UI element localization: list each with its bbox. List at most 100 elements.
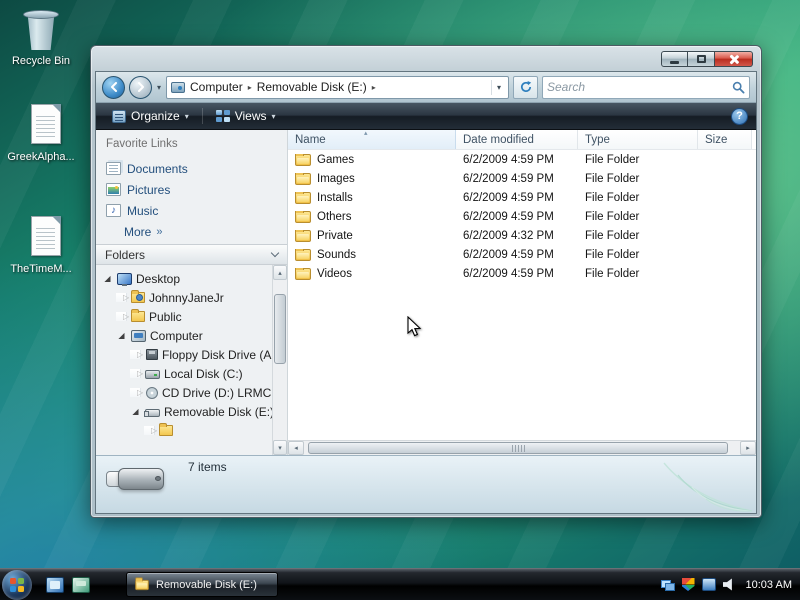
chevron-right-icon[interactable]: ▸ [248, 82, 252, 92]
scroll-up-button[interactable]: ▴ [273, 265, 287, 280]
forward-button[interactable] [129, 75, 152, 99]
close-button[interactable] [715, 51, 753, 67]
quick-launch-show-desktop-icon[interactable] [46, 576, 64, 593]
decorative-swirl-icon [663, 462, 753, 512]
scrollbar-thumb[interactable] [274, 294, 286, 364]
taskbar-clock[interactable]: 10:03 AM [746, 579, 792, 591]
chevron-right-icon[interactable]: ▸ [372, 82, 376, 92]
usb-drive-icon [104, 464, 166, 496]
tree-item-public[interactable]: ▷ Public [96, 307, 272, 326]
taskbar-button-removable-disk[interactable]: Removable Disk (E:) [126, 572, 278, 597]
back-button[interactable] [102, 75, 125, 99]
scroll-down-button[interactable]: ▾ [273, 440, 287, 455]
folder-icon [131, 309, 145, 322]
file-row-private[interactable]: Private 6/2/2009 4:32 PM File Folder [288, 226, 756, 245]
file-row-installs[interactable]: Installs 6/2/2009 4:59 PM File Folder [288, 188, 756, 207]
column-header-date-modified[interactable]: Date modified [456, 130, 578, 149]
scrollbar-track[interactable] [273, 280, 287, 440]
quick-launch-explorer-icon[interactable] [72, 576, 90, 593]
folder-icon [295, 229, 311, 242]
desktop-icon-recycle-bin[interactable]: Recycle Bin [4, 6, 78, 67]
sidebar-item-pictures[interactable]: Pictures [96, 179, 287, 200]
expander-icon[interactable]: ▷ [144, 426, 157, 435]
refresh-button[interactable] [513, 75, 538, 99]
tree-item-partial[interactable]: ▷ [96, 421, 272, 440]
more-links[interactable]: More » [96, 221, 287, 242]
help-button[interactable]: ? [731, 107, 748, 125]
start-button[interactable] [2, 569, 32, 600]
display-icon[interactable] [701, 578, 716, 591]
window-titlebar[interactable] [95, 46, 757, 71]
security-shield-icon[interactable] [681, 578, 695, 591]
scroll-right-button[interactable]: ▸ [740, 441, 756, 455]
maximize-button[interactable] [688, 51, 715, 67]
breadcrumb-item-removable-disk[interactable]: Removable Disk (E:) [255, 79, 369, 95]
breadcrumb[interactable]: Computer ▸ Removable Disk (E:) ▸ ▾ [166, 75, 509, 99]
file-type: File Folder [585, 248, 640, 261]
taskbar-button-label: Removable Disk (E:) [156, 578, 257, 591]
file-date: 6/2/2009 4:32 PM [463, 229, 554, 242]
organize-button[interactable]: Organize ▾ [104, 106, 197, 126]
folder-icon [295, 267, 311, 280]
file-type: File Folder [585, 191, 640, 204]
expander-icon[interactable]: ▷ [116, 312, 129, 321]
search-icon[interactable] [732, 81, 745, 94]
tree-item-johnnyjanejr[interactable]: ▷ JohnnyJaneJr [96, 288, 272, 307]
file-row-images[interactable]: Images 6/2/2009 4:59 PM File Folder [288, 169, 756, 188]
file-row-videos[interactable]: Videos 6/2/2009 4:59 PM File Folder [288, 264, 756, 283]
file-row-sounds[interactable]: Sounds 6/2/2009 4:59 PM File Folder [288, 245, 756, 264]
window-client-area: ▾ Computer ▸ Removable Disk (E:) ▸ ▾ Sea… [95, 71, 757, 514]
file-date: 6/2/2009 4:59 PM [463, 267, 554, 280]
column-header-name[interactable]: Name ▴ [288, 130, 456, 149]
tree-item-label: Removable Disk (E:) [164, 404, 272, 419]
tree-item-label: Floppy Disk Drive (A [162, 347, 272, 362]
minimize-button[interactable] [661, 51, 688, 67]
scroll-left-button[interactable]: ◂ [288, 441, 304, 455]
chevron-down-icon: ▾ [271, 112, 276, 121]
breadcrumb-item-computer[interactable]: Computer [188, 79, 245, 95]
favorite-links-title: Favorite Links [106, 138, 178, 150]
tree-scrollbar[interactable]: ▴ ▾ [272, 265, 287, 455]
expander-icon[interactable]: ◢ [102, 274, 113, 283]
file-row-others[interactable]: Others 6/2/2009 4:59 PM File Folder [288, 207, 756, 226]
desktop-icon-greekalpha[interactable]: GreekAlpha... [4, 102, 78, 163]
scrollbar-track[interactable] [304, 441, 740, 455]
column-header-size[interactable]: Size [698, 130, 752, 149]
column-header-type[interactable]: Type [578, 130, 698, 149]
tree-item-computer[interactable]: ◢ Computer [96, 326, 272, 345]
sidebar-item-music[interactable]: ♪ Music [96, 200, 287, 221]
file-list-area: Name ▴ Date modified Type Size Games 6/2… [288, 130, 756, 455]
recent-pages-caret[interactable]: ▾ [157, 83, 161, 92]
file-type: File Folder [585, 229, 640, 242]
file-type: File Folder [585, 210, 640, 223]
folder-icon [295, 153, 311, 166]
breadcrumb-dropdown-caret[interactable]: ▾ [490, 79, 504, 95]
tree-item-desktop[interactable]: ◢ Desktop [96, 269, 272, 288]
network-icon[interactable] [660, 578, 675, 591]
file-row-games[interactable]: Games 6/2/2009 4:59 PM File Folder [288, 150, 756, 169]
search-input[interactable] [547, 80, 732, 94]
views-button[interactable]: Views ▾ [208, 106, 284, 126]
expander-icon[interactable]: ▷ [116, 293, 129, 302]
forward-arrow-icon [137, 82, 144, 92]
tree-item-removable-disk[interactable]: ◢ Removable Disk (E:) [96, 402, 272, 421]
volume-icon[interactable] [722, 578, 732, 591]
sidebar-item-documents[interactable]: Documents [96, 158, 287, 179]
search-box[interactable] [542, 75, 750, 99]
expander-icon[interactable]: ▷ [130, 369, 143, 378]
folders-band[interactable]: Folders [96, 244, 287, 265]
file-list-scrollbar[interactable]: ◂ ▸ [288, 440, 756, 455]
expander-icon[interactable]: ◢ [116, 331, 127, 340]
views-icon [215, 109, 230, 123]
tree-item-local-disk[interactable]: ▷ Local Disk (C:) [96, 364, 272, 383]
desktop-icon-thetimem[interactable]: TheTimeM... [4, 214, 78, 275]
expander-icon[interactable]: ▷ [130, 388, 143, 397]
tree-item-floppy[interactable]: ▷ Floppy Disk Drive (A [96, 345, 272, 364]
explorer-window: ▾ Computer ▸ Removable Disk (E:) ▸ ▾ Sea… [90, 45, 762, 518]
tree-item-cd-drive[interactable]: ▷ CD Drive (D:) LRMCF [96, 383, 272, 402]
folder-icon [135, 576, 149, 590]
scrollbar-thumb[interactable] [308, 442, 728, 454]
close-icon [729, 54, 739, 64]
expander-icon[interactable]: ◢ [130, 407, 141, 416]
expander-icon[interactable]: ▷ [130, 350, 143, 359]
